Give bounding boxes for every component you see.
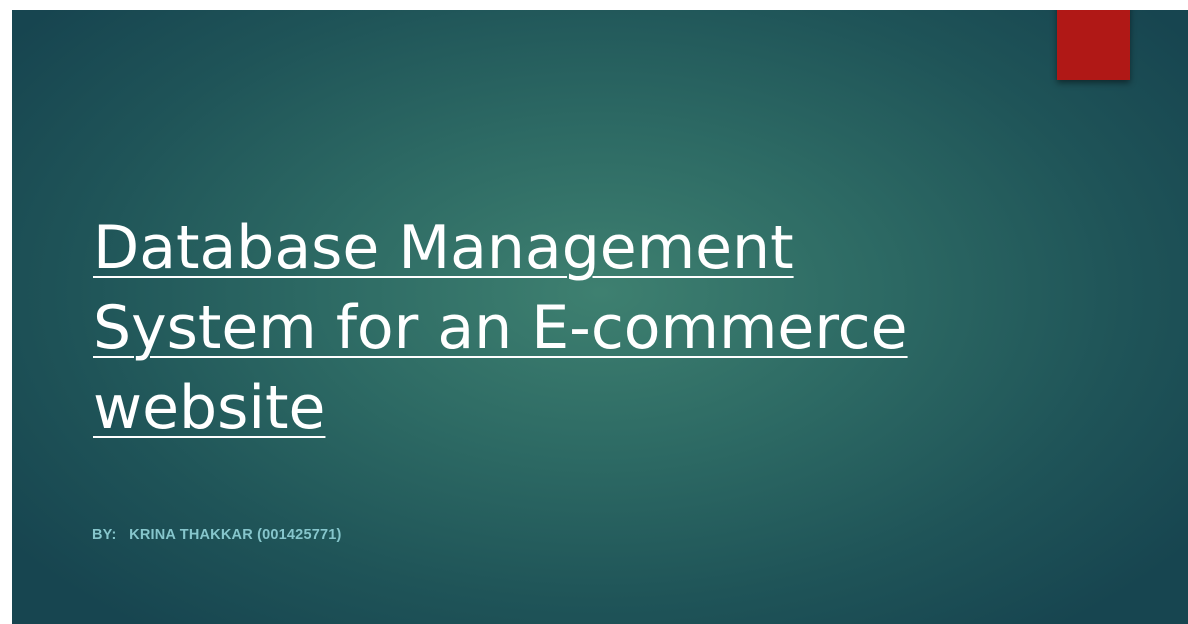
author-byline: BY: KRINA THAKKAR (001425771): [92, 527, 342, 543]
presentation-slide: Database Management System for an E-comm…: [12, 10, 1188, 624]
red-accent-block: [1057, 10, 1130, 80]
slide-title[interactable]: Database Management System for an E-comm…: [93, 208, 1033, 448]
